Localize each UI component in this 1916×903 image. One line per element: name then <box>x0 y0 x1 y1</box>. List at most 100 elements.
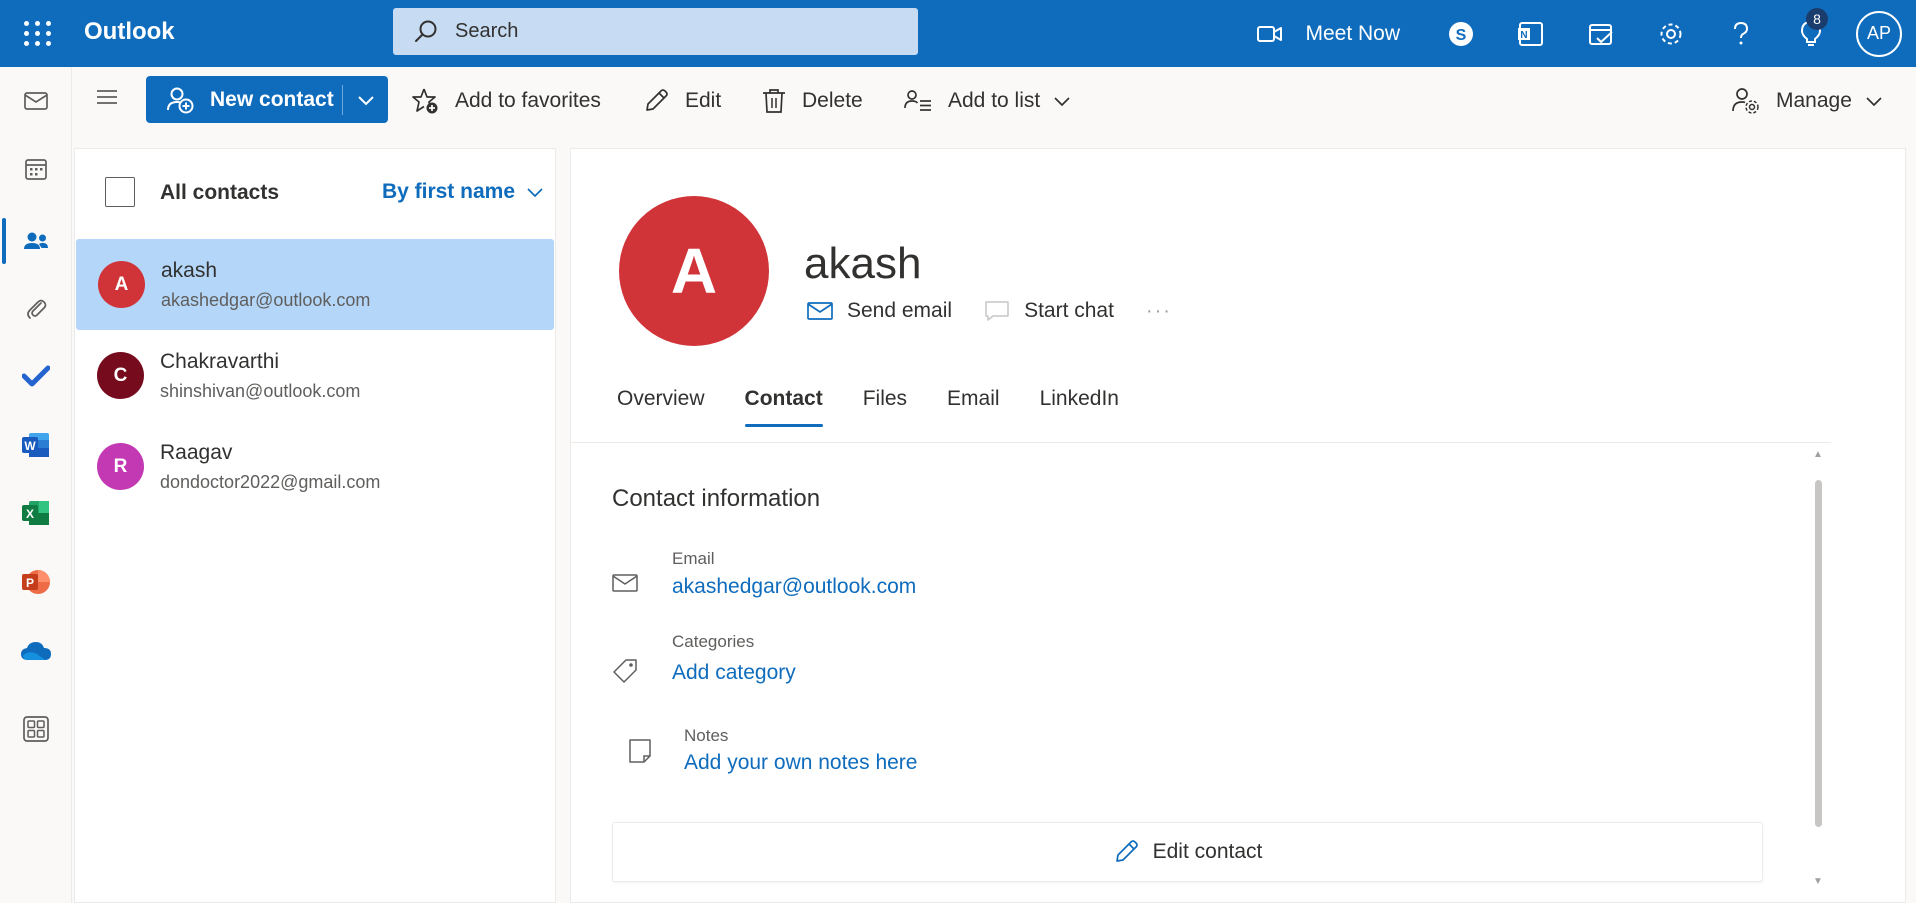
contact-list-item[interactable]: C Chakravarthi shinshivan@outlook.com <box>75 330 555 421</box>
svg-text:S: S <box>1456 27 1467 44</box>
settings-button[interactable] <box>1636 0 1706 67</box>
rail-files[interactable] <box>0 280 72 336</box>
person-settings-icon <box>1732 88 1759 114</box>
trash-icon <box>763 89 785 113</box>
chevron-down-icon <box>527 188 543 197</box>
mail-icon <box>807 302 833 320</box>
contact-list-pane: All contacts By first name Aakash akashed… <box>74 148 556 903</box>
send-email-label: Send email <box>847 299 953 322</box>
rail-powerpoint[interactable]: P <box>0 554 72 610</box>
detail-tabs: Overview Contact Files Email LinkedIn <box>617 387 1159 427</box>
rail-calendar[interactable] <box>0 141 72 197</box>
notes-label: Notes <box>684 726 729 745</box>
video-icon <box>1257 25 1283 42</box>
rail-onedrive[interactable] <box>0 623 72 679</box>
delete-label: Delete <box>802 89 863 112</box>
new-contact-main[interactable]: New contact <box>146 76 342 123</box>
my-day-button[interactable] <box>1566 0 1636 67</box>
add-to-list-button[interactable]: Add to list <box>904 67 1070 135</box>
detail-scrollbar[interactable]: ▲ ▼ <box>1811 449 1825 903</box>
pencil-icon <box>646 89 668 111</box>
top-bar: Outlook Meet Now S N 8 AP <box>0 0 1916 67</box>
tab-overview[interactable]: Overview <box>617 387 705 427</box>
tab-files[interactable]: Files <box>863 387 907 427</box>
tab-contact[interactable]: Contact <box>744 387 823 427</box>
pencil-icon <box>1115 840 1138 862</box>
list-title: All contacts <box>160 181 280 204</box>
send-email-button[interactable]: Send email <box>807 299 952 323</box>
add-notes-link[interactable]: Add your own notes here <box>684 751 917 775</box>
scroll-thumb[interactable] <box>1815 480 1822 827</box>
contact-list-item[interactable]: R Raagav dondoctor2022@gmail.com <box>75 421 555 512</box>
onedrive-icon <box>21 642 51 660</box>
sort-dropdown[interactable]: By first name <box>382 180 543 204</box>
new-contact-button[interactable]: New contact <box>146 76 388 123</box>
contact-avatar-small: R <box>97 443 144 490</box>
rail-excel[interactable]: X <box>0 485 72 541</box>
mail-icon <box>612 574 638 592</box>
tab-linkedin[interactable]: LinkedIn <box>1040 387 1119 427</box>
meet-now-button[interactable]: Meet Now <box>1257 22 1400 46</box>
account-avatar[interactable]: AP <box>1856 10 1902 57</box>
start-chat-button[interactable]: Start chat <box>984 299 1114 323</box>
chevron-down-icon <box>357 95 374 105</box>
calendar-check-icon <box>1589 23 1613 45</box>
contact-avatar-small: C <box>97 352 144 399</box>
manage-button[interactable]: Manage <box>1732 67 1882 135</box>
new-contact-dropdown[interactable] <box>343 76 388 123</box>
powerpoint-icon: P <box>22 570 50 594</box>
skype-icon: S <box>1449 21 1473 46</box>
email-link[interactable]: akashedgar@outlook.com <box>672 575 916 599</box>
paperclip-icon <box>27 299 47 319</box>
add-to-favorites-button[interactable]: Add to favorites <box>411 67 601 135</box>
contact-detail-pane: A akash Send email Start chat ··· Overvi… <box>570 148 1906 903</box>
contact-list-email: dondoctor2022@gmail.com <box>160 472 381 492</box>
list-header: All contacts By first name <box>75 149 555 239</box>
add-category-link[interactable]: Add category <box>672 661 796 685</box>
select-all-checkbox[interactable] <box>105 177 135 207</box>
help-icon <box>1734 21 1749 44</box>
edit-contact-button[interactable]: Edit contact <box>612 822 1763 882</box>
hamburger-icon <box>97 90 117 104</box>
contact-actions: Send email Start chat ··· <box>807 299 1172 323</box>
delete-button[interactable]: Delete <box>762 67 863 135</box>
edit-button[interactable]: Edit <box>643 67 721 135</box>
app-title[interactable]: Outlook <box>84 18 175 46</box>
onenote-button[interactable]: N <box>1496 0 1566 67</box>
new-contact-label: New contact <box>210 87 334 111</box>
add-to-list-label: Add to list <box>948 89 1041 112</box>
people-list-icon <box>904 90 931 111</box>
rail-word[interactable]: W <box>0 417 72 473</box>
rail-more-apps[interactable] <box>0 701 72 757</box>
contact-list-item[interactable]: Aakash akashedgar@outlook.com <box>76 239 554 330</box>
star-add-icon <box>412 88 438 114</box>
rail-todo[interactable] <box>0 348 72 404</box>
svg-text:N: N <box>1520 30 1527 41</box>
calendar-icon <box>25 159 47 180</box>
command-bar: New contact Add to favorites Edit Delete… <box>72 67 1916 135</box>
tabs-divider <box>571 442 1831 443</box>
scroll-down-icon[interactable]: ▼ <box>1813 876 1823 887</box>
more-actions-button[interactable]: ··· <box>1146 300 1172 323</box>
todo-icon <box>22 365 50 387</box>
whats-new-button[interactable]: 8 <box>1776 0 1846 67</box>
note-icon <box>629 739 651 763</box>
section-title: Contact information <box>612 485 821 512</box>
search-icon <box>415 20 437 42</box>
manage-label: Manage <box>1776 89 1852 112</box>
scroll-up-icon[interactable]: ▲ <box>1813 449 1823 460</box>
svg-text:X: X <box>26 507 34 521</box>
help-button[interactable] <box>1706 0 1776 67</box>
excel-icon: X <box>22 501 49 525</box>
tab-email[interactable]: Email <box>947 387 1000 427</box>
search-box[interactable] <box>393 8 918 55</box>
rail-mail[interactable] <box>0 73 72 129</box>
edit-label: Edit <box>685 89 722 112</box>
rail-people[interactable] <box>0 213 72 269</box>
skype-button[interactable]: S <box>1426 0 1496 67</box>
app-launcher-icon[interactable] <box>20 17 52 49</box>
contact-list-name: akash <box>161 259 218 282</box>
search-input[interactable] <box>455 20 875 43</box>
contact-list: Aakash akashedgar@outlook.com C Chakravarth… <box>75 239 555 512</box>
toggle-nav-button[interactable] <box>96 89 118 110</box>
